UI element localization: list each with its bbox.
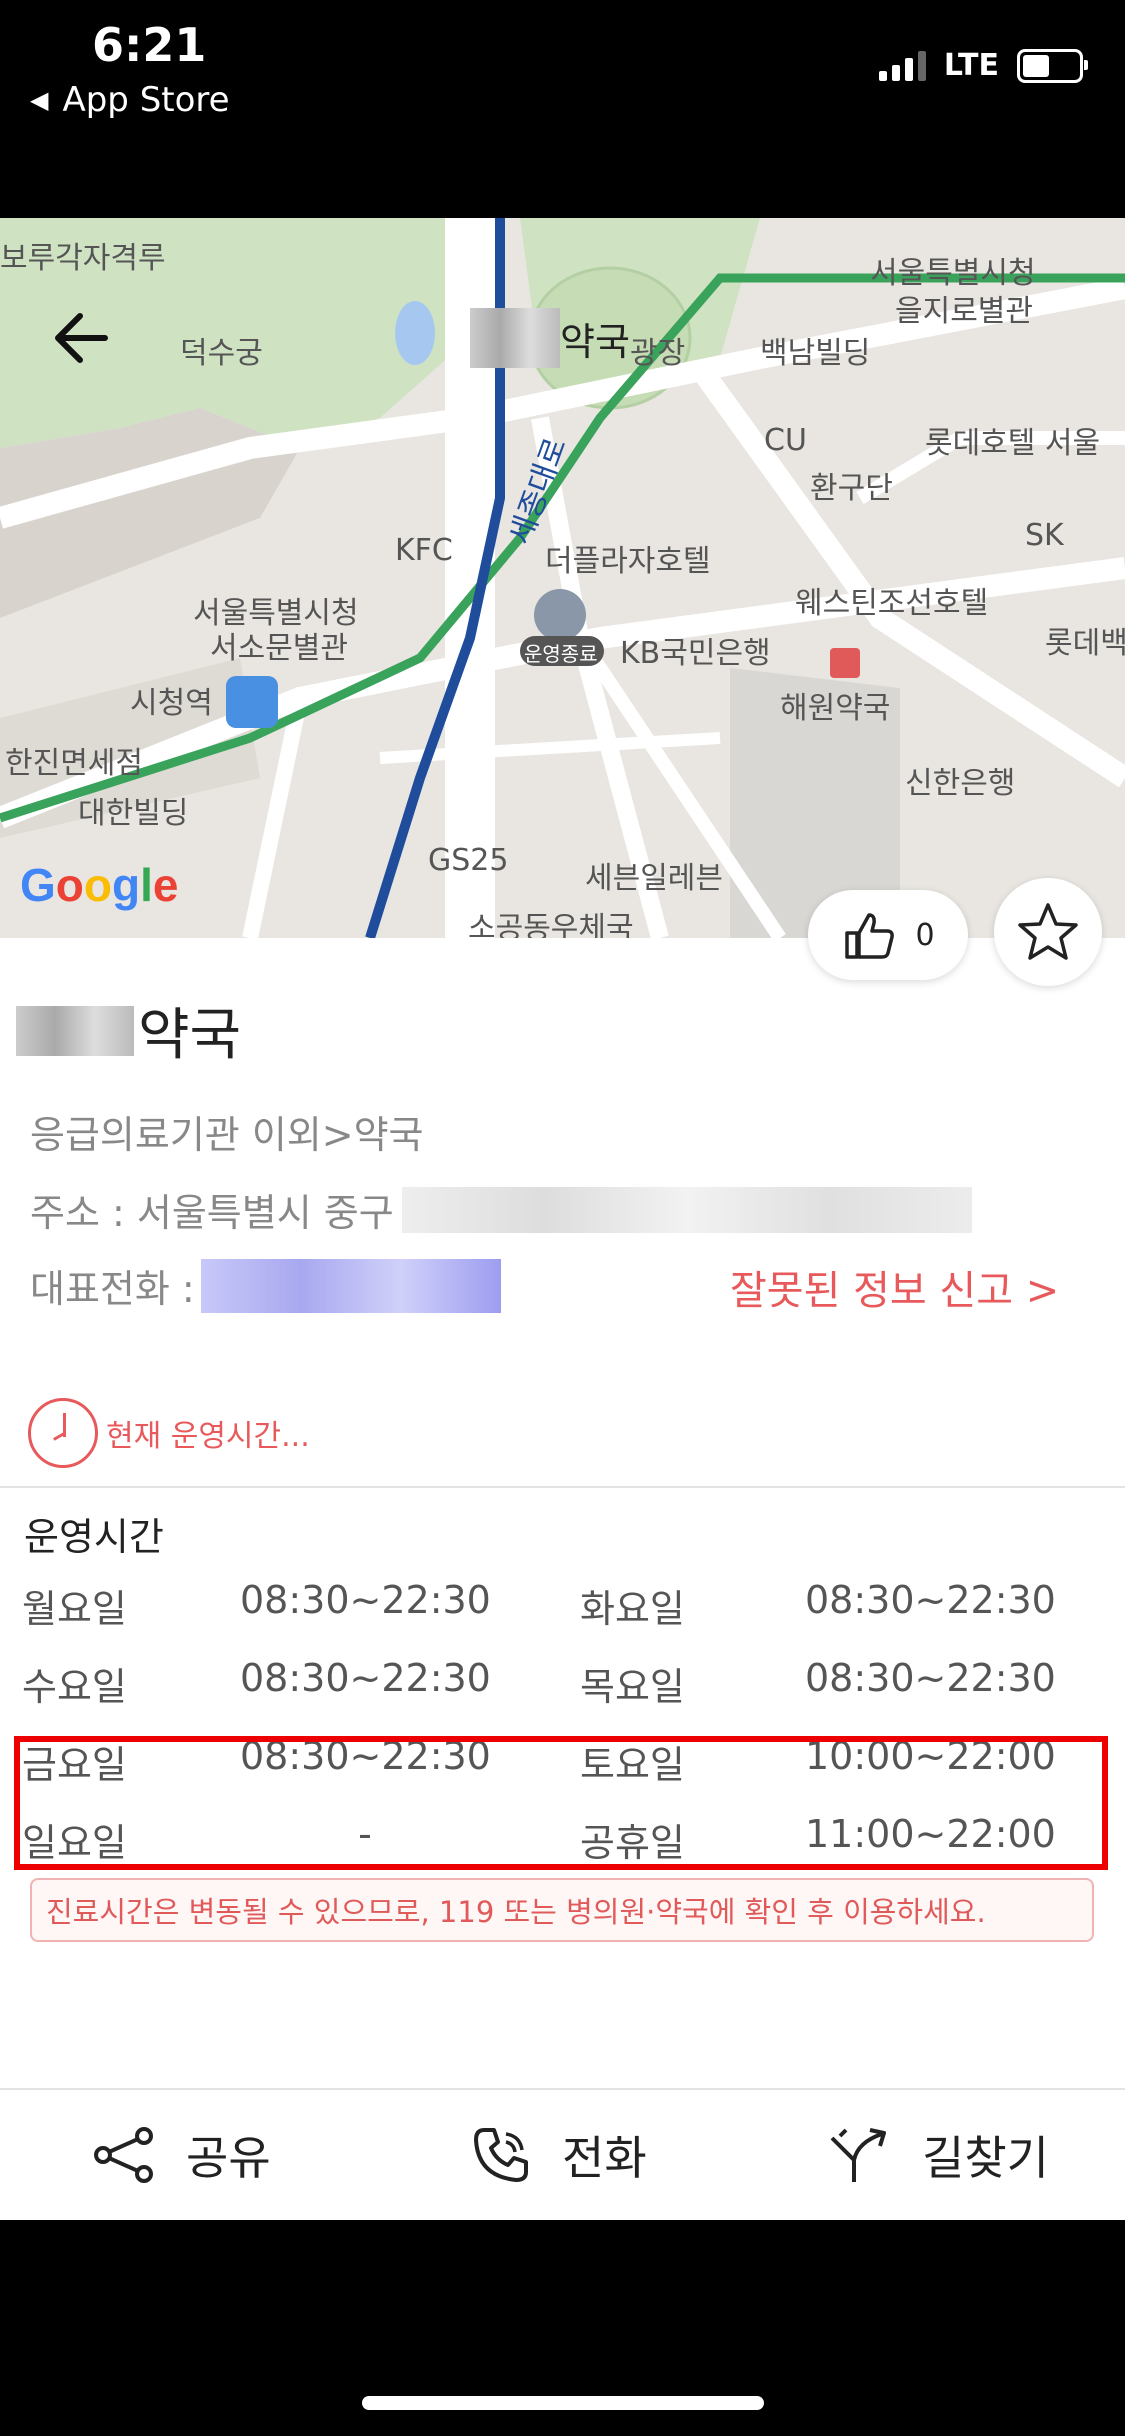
map-title-suffix: 약국	[560, 319, 630, 364]
directions-label: 길찾기	[922, 2131, 1049, 2185]
redacted-address	[401, 1186, 972, 1233]
call-label: 전화	[562, 2131, 647, 2185]
current-hours-status: 현재 운영시간...	[106, 1419, 310, 1454]
back-to-app-link[interactable]: ◀ App Store	[30, 80, 230, 120]
google-letter: g	[112, 859, 141, 911]
map-label-city-hall-station: 시청역	[130, 686, 213, 721]
map-label-sogong-post: 소공동우체국	[468, 911, 634, 938]
time-value: 08:30~22:30	[805, 1578, 1056, 1622]
map-label-daehan: 대한빌딩	[78, 796, 189, 831]
closed-badge: 운영종료	[524, 642, 598, 666]
map-label-seven-eleven: 세븐일레븐	[585, 861, 723, 896]
directions-button[interactable]: 길찾기	[826, 2090, 1049, 2220]
share-label: 공유	[186, 2131, 271, 2185]
favorite-button[interactable]	[994, 878, 1102, 986]
status-indicators: LTE	[878, 48, 1088, 83]
map-label-hanjin: 한진면세점	[5, 746, 143, 781]
map-label-boruggak: 보루각자격루	[0, 241, 166, 276]
map-label-baeknam: 백남빌딩	[760, 336, 871, 371]
time-value: 08:30~22:30	[240, 1578, 491, 1622]
redacted-name	[16, 1005, 134, 1056]
like-count: 0	[915, 917, 935, 953]
hours-title: 운영시간	[24, 1515, 164, 1559]
map-label-hwangudan: 환구단	[810, 471, 893, 506]
category-text: 응급의료기관 이외>약국	[30, 1113, 424, 1157]
back-arrow-icon	[55, 313, 108, 363]
bottom-action-bar: 공유 전화 길찾기	[0, 2088, 1125, 2220]
highlight-annotation-box	[14, 1736, 1108, 1870]
call-button[interactable]: 전화	[470, 2090, 647, 2220]
clock-icon	[28, 1398, 98, 1468]
network-label: LTE	[943, 48, 999, 83]
map-label-lotte-dept: 롯데백	[1045, 626, 1125, 661]
pharmacy-name: 약국	[16, 990, 241, 1071]
day-label: 목요일	[580, 1665, 685, 1709]
category-line: 응급의료기관 이외>약국	[30, 1104, 424, 1159]
back-arrow-button[interactable]	[50, 308, 120, 368]
hours-row: 월요일 08:30~22:30 화요일 08:30~22:30	[0, 1578, 1125, 1656]
back-app-label: App Store	[62, 80, 230, 120]
google-letter: l	[140, 859, 153, 911]
map-label-gs25: GS25	[428, 843, 509, 878]
map-label-sk: SK	[1025, 518, 1064, 553]
status-time: 6:21	[92, 18, 207, 72]
day-label: 월요일	[22, 1587, 127, 1631]
battery-icon	[1017, 48, 1088, 83]
map-label-shinhan: 신한은행	[905, 766, 1016, 801]
home-indicator[interactable]	[362, 2396, 764, 2410]
google-letter: G	[20, 859, 56, 911]
google-letter: o	[83, 859, 112, 911]
redacted-name	[470, 308, 560, 368]
map-view[interactable]: 약국 보루각자격루 덕수궁 서울특별시청 을지로별관 백남빌딩 광장 CU 환구…	[0, 218, 1125, 938]
share-icon	[94, 2127, 153, 2183]
map-label-lotte-hotel: 롯데호텔 서울	[925, 426, 1101, 461]
map-label-kfc: KFC	[395, 533, 453, 568]
hours-row: 수요일 08:30~22:30 목요일 08:30~22:30	[0, 1656, 1125, 1734]
map-label-plaza-hotel: 더플라자호텔	[545, 544, 711, 579]
report-wrong-info-link[interactable]: 잘못된 정보 신고 >	[730, 1258, 1059, 1316]
day-label: 화요일	[580, 1587, 685, 1631]
signal-icon	[878, 50, 926, 81]
phone-line: 대표전화 :	[30, 1258, 501, 1313]
status-bar: 6:21 ◀ App Store LTE	[0, 0, 1125, 218]
map-label-seosomun: 서소문별관	[210, 631, 348, 666]
like-button[interactable]: 0	[808, 890, 968, 980]
redacted-phone[interactable]	[200, 1258, 501, 1313]
google-letter: o	[55, 859, 84, 911]
address-line: 주소 : 서울특별시 중구	[30, 1182, 972, 1237]
share-button[interactable]: 공유	[92, 2090, 271, 2220]
star-icon	[1018, 903, 1078, 960]
map-label-plaza: 광장	[630, 336, 686, 371]
directions-icon	[830, 2128, 886, 2182]
google-logo: Google	[20, 858, 178, 912]
hours-notice: 진료시간은 변동될 수 있으므로, 119 또는 병의원·약국에 확인 후 이용…	[30, 1878, 1094, 1942]
thumbs-up-icon	[845, 913, 895, 959]
map-label-westin: 웨스틴조선호텔	[795, 586, 989, 621]
current-hours-row[interactable]: 현재 운영시간...	[28, 1398, 310, 1468]
map-label-cu: CU	[764, 423, 807, 458]
phone-icon	[474, 2128, 528, 2182]
google-letter: e	[152, 859, 179, 911]
subway-station-icon	[226, 676, 278, 728]
map-label-haewon: 해원약국	[780, 691, 891, 726]
pharmacy-name-suffix: 약국	[138, 1003, 242, 1068]
day-label: 수요일	[22, 1665, 127, 1709]
phone-label: 대표전화 :	[30, 1267, 195, 1311]
divider	[0, 1486, 1125, 1488]
address-label: 주소 : 서울특별시 중구	[30, 1191, 394, 1235]
time-value: 08:30~22:30	[240, 1656, 491, 1700]
map-label-deoksugung: 덕수궁	[180, 336, 263, 371]
map-label-euljiro-annex: 을지로별관	[895, 294, 1033, 329]
time-value: 08:30~22:30	[805, 1656, 1056, 1700]
map-title: 약국	[470, 308, 630, 368]
map-label-kb-bank: KB국민은행	[620, 636, 771, 671]
back-triangle-icon: ◀	[30, 86, 49, 114]
